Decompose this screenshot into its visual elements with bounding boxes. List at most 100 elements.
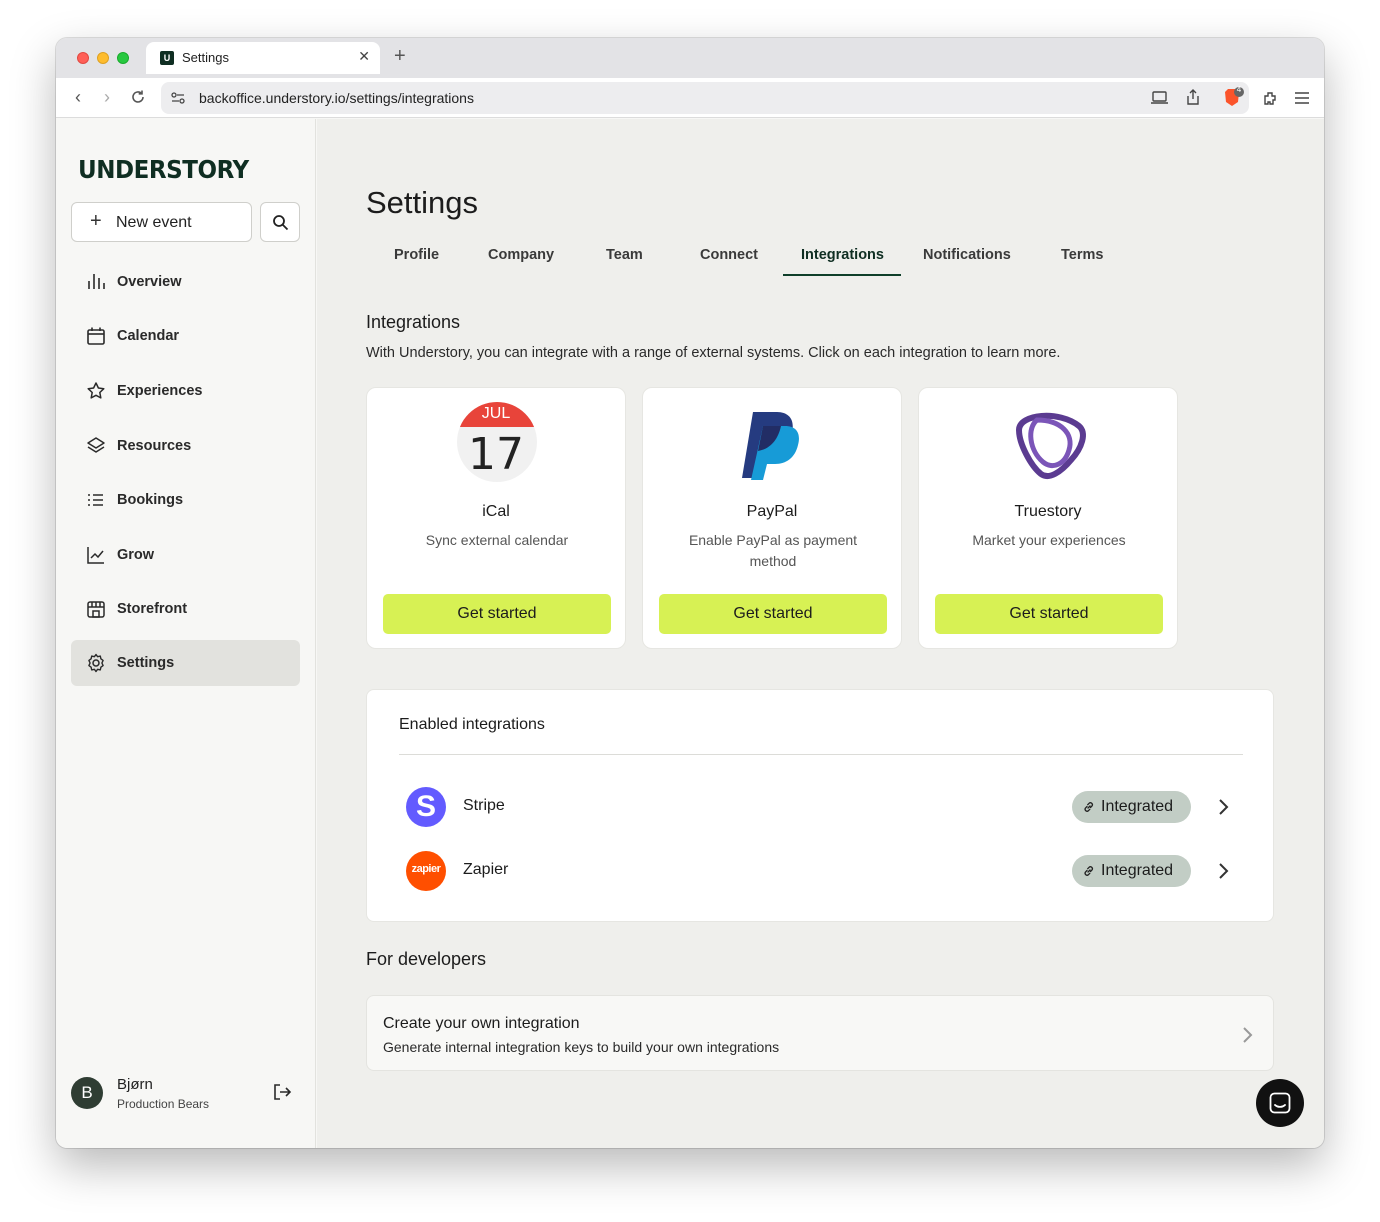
sidebar-item-label: Resources xyxy=(117,438,192,454)
integration-card-truestory[interactable]: Truestory Market your experiences Get st… xyxy=(918,387,1178,649)
integrations-description: With Understory, you can integrate with … xyxy=(366,345,1061,361)
calendar-icon xyxy=(87,327,105,345)
sidebar-item-storefront[interactable]: Storefront xyxy=(71,586,300,632)
status-badge: Integrated xyxy=(1072,791,1191,823)
user-org: Production Bears xyxy=(117,1097,210,1111)
sidebar-item-experiences[interactable]: Experiences xyxy=(71,368,300,414)
integration-card-paypal[interactable]: PayPal Enable PayPal as payment method G… xyxy=(642,387,902,649)
store-icon xyxy=(87,601,105,618)
favicon-icon: U xyxy=(160,51,174,65)
sidebar-item-label: Overview xyxy=(117,274,182,290)
enabled-integrations-heading: Enabled integrations xyxy=(399,716,545,733)
list-icon xyxy=(88,494,103,506)
trend-icon xyxy=(87,547,104,564)
ical-month: JUL xyxy=(481,405,511,422)
tab-bar: U Settings ✕ + xyxy=(56,38,1324,78)
close-tab-icon[interactable]: ✕ xyxy=(358,48,370,65)
stripe-icon: S xyxy=(406,787,446,827)
share-icon[interactable] xyxy=(1185,88,1201,106)
sidebar-item-label: Grow xyxy=(117,547,155,563)
get-started-button[interactable]: Get started xyxy=(659,594,887,634)
link-icon xyxy=(1084,802,1094,812)
status-label: Integrated xyxy=(1101,862,1174,879)
integration-row-zapier[interactable]: zapier Zapier Integrated xyxy=(399,847,1243,895)
close-window-button[interactable] xyxy=(77,52,89,64)
developers-heading: For developers xyxy=(366,949,487,969)
search-button[interactable] xyxy=(260,202,300,242)
sidebar-item-label: Storefront xyxy=(117,601,188,617)
create-integration-card[interactable]: Create your own integration Generate int… xyxy=(366,995,1274,1071)
sidebar-item-label: Experiences xyxy=(117,383,203,399)
card-description: Sync external calendar xyxy=(425,532,569,548)
tab-company[interactable]: Company xyxy=(488,247,554,263)
address-bar[interactable]: backoffice.understory.io/settings/integr… xyxy=(161,82,1249,114)
gear-icon xyxy=(88,653,104,673)
tab-terms[interactable]: Terms xyxy=(1061,247,1103,263)
browser-tab[interactable]: U Settings ✕ xyxy=(146,42,380,74)
back-icon[interactable]: ‹ xyxy=(68,86,88,108)
new-tab-button[interactable]: + xyxy=(394,46,406,66)
minimize-window-button[interactable] xyxy=(97,52,109,64)
shield-count: 4 xyxy=(1236,85,1242,94)
new-event-label: New event xyxy=(116,214,192,231)
new-event-button[interactable]: + New event xyxy=(71,202,252,242)
reload-icon[interactable] xyxy=(128,86,148,108)
status-badge: Integrated xyxy=(1072,855,1191,887)
sidebar-item-calendar[interactable]: Calendar xyxy=(71,313,300,359)
understory-logo[interactable]: UNDERSTORY xyxy=(78,155,249,184)
create-integration-title: Create your own integration xyxy=(383,1015,580,1032)
divider xyxy=(399,754,1243,755)
browser-window: U Settings ✕ + ‹ › backoffice.understory… xyxy=(56,38,1324,1148)
avatar: B xyxy=(71,1077,103,1109)
status-label: Integrated xyxy=(1101,798,1174,815)
tab-integrations[interactable]: Integrations xyxy=(801,247,884,263)
maximize-window-button[interactable] xyxy=(117,52,129,64)
user-profile[interactable]: B Bjørn Production Bears xyxy=(71,1076,300,1133)
site-settings-icon[interactable] xyxy=(170,90,186,106)
link-icon xyxy=(1084,866,1094,876)
active-tab-indicator xyxy=(783,274,901,276)
ical-logo: JUL 17 xyxy=(367,400,625,490)
chevron-right-icon[interactable] xyxy=(1217,861,1229,881)
get-started-button[interactable]: Get started xyxy=(383,594,611,634)
sidebar-item-resources[interactable]: Resources xyxy=(71,423,300,469)
logout-icon[interactable] xyxy=(272,1082,292,1102)
tab-profile[interactable]: Profile xyxy=(394,247,439,263)
layers-icon xyxy=(87,437,105,453)
forward-icon[interactable]: › xyxy=(97,86,117,108)
page-title: Settings xyxy=(366,185,479,220)
browser-toolbar: ‹ › backoffice.understory.io/settings/in… xyxy=(56,78,1324,118)
extensions-icon[interactable] xyxy=(1262,90,1280,108)
paypal-icon xyxy=(643,400,901,490)
user-name: Bjørn xyxy=(117,1076,153,1093)
sidebar-item-overview[interactable]: Overview xyxy=(71,259,300,305)
create-integration-description: Generate internal integration keys to bu… xyxy=(383,1039,780,1055)
chat-button[interactable] xyxy=(1256,1079,1304,1127)
tab-notifications[interactable]: Notifications xyxy=(923,247,1011,263)
tab-connect[interactable]: Connect xyxy=(700,247,758,263)
main-content: Settings Profile Company Team Connect In… xyxy=(317,119,1324,1148)
sidebar-item-label: Settings xyxy=(117,655,175,671)
sidebar-item-settings[interactable]: Settings xyxy=(71,640,300,686)
card-description: Market your experiences xyxy=(972,532,1126,548)
ical-day: 17 xyxy=(468,429,524,480)
integration-card-ical[interactable]: JUL 17 iCal Sync external calendar Get s… xyxy=(366,387,626,649)
truestory-icon xyxy=(919,400,1177,490)
get-started-button[interactable]: Get started xyxy=(935,594,1163,634)
search-icon xyxy=(273,215,289,231)
plus-icon: + xyxy=(90,210,102,232)
tab-team[interactable]: Team xyxy=(606,247,643,263)
star-icon xyxy=(87,382,105,399)
sidebar-item-grow[interactable]: Grow xyxy=(71,532,300,578)
sidebar: UNDERSTORY + New event Overview Calendar… xyxy=(56,119,316,1148)
cast-icon[interactable] xyxy=(1151,90,1169,106)
menu-icon[interactable] xyxy=(1294,91,1310,105)
chevron-right-icon[interactable] xyxy=(1217,797,1229,817)
integration-row-stripe[interactable]: S Stripe Integrated xyxy=(399,783,1243,831)
url-text: backoffice.understory.io/settings/integr… xyxy=(199,90,474,106)
integrations-heading: Integrations xyxy=(366,312,461,332)
sidebar-item-label: Calendar xyxy=(117,328,180,344)
card-name: Truestory xyxy=(1014,503,1082,520)
bar-chart-icon xyxy=(88,274,105,289)
sidebar-item-bookings[interactable]: Bookings xyxy=(71,477,300,523)
